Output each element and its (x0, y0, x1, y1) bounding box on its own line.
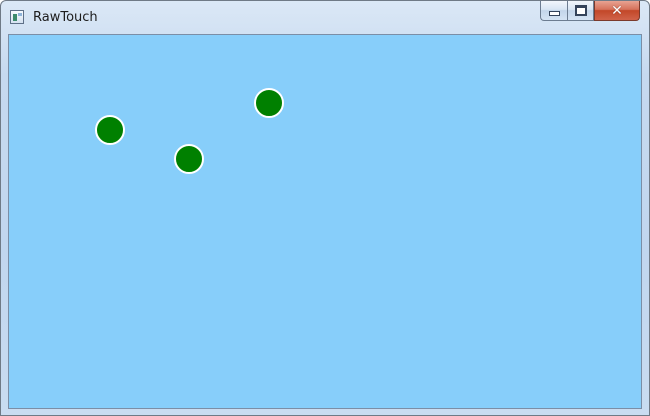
touch-point-ellipse (174, 144, 204, 174)
close-button[interactable]: ✕ (594, 1, 640, 21)
maximize-icon (574, 5, 587, 16)
touch-point-ellipse (95, 115, 125, 145)
caption-buttons: ✕ (540, 1, 640, 22)
window-title: RawTouch (33, 10, 98, 25)
title-bar[interactable]: RawTouch ✕ (1, 1, 649, 34)
minimize-button[interactable] (540, 1, 567, 21)
touch-canvas[interactable] (8, 34, 642, 409)
touch-surface[interactable] (9, 35, 641, 408)
touch-point-ellipse (254, 88, 284, 118)
maximize-button[interactable] (567, 1, 594, 21)
minimize-icon (548, 11, 560, 16)
close-icon: ✕ (611, 2, 623, 19)
app-window: RawTouch ✕ (0, 0, 650, 416)
app-icon[interactable] (10, 10, 24, 24)
